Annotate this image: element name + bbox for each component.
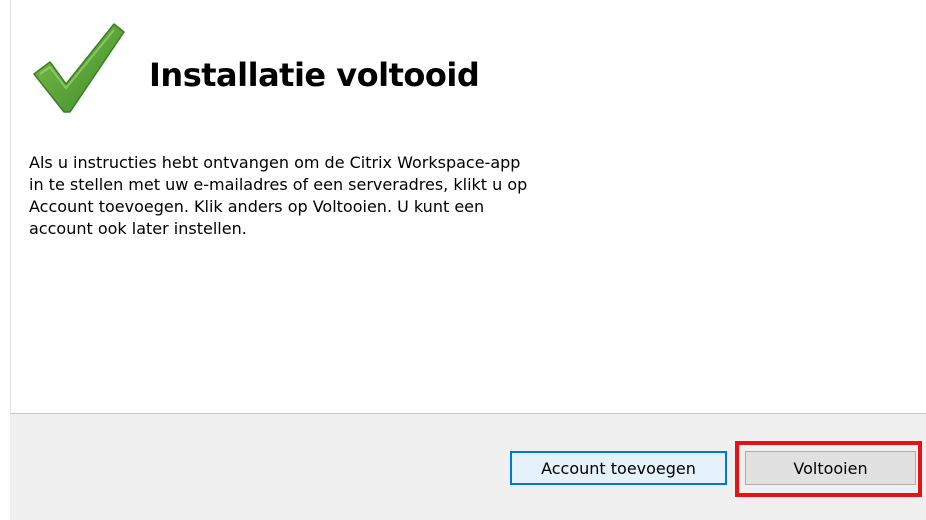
dialog-title: Installatie voltooid (149, 56, 480, 94)
message-line: Als u instructies hebt ontvangen om de C… (29, 153, 521, 172)
finish-button[interactable]: Voltooien (745, 451, 916, 485)
message-line: in te stellen met uw e-mailadres of een … (29, 175, 528, 194)
dialog-message: Als u instructies hebt ontvangen om de C… (29, 152, 689, 240)
checkmark-icon (33, 23, 125, 113)
install-complete-dialog: Installatie voltooid Als u instructies h… (0, 0, 926, 520)
message-line: account ook later instellen. (29, 219, 247, 238)
message-line: Account toevoegen. Klik anders op Voltoo… (29, 197, 485, 216)
add-account-button[interactable]: Account toevoegen (510, 451, 727, 485)
window-edge (10, 0, 11, 413)
